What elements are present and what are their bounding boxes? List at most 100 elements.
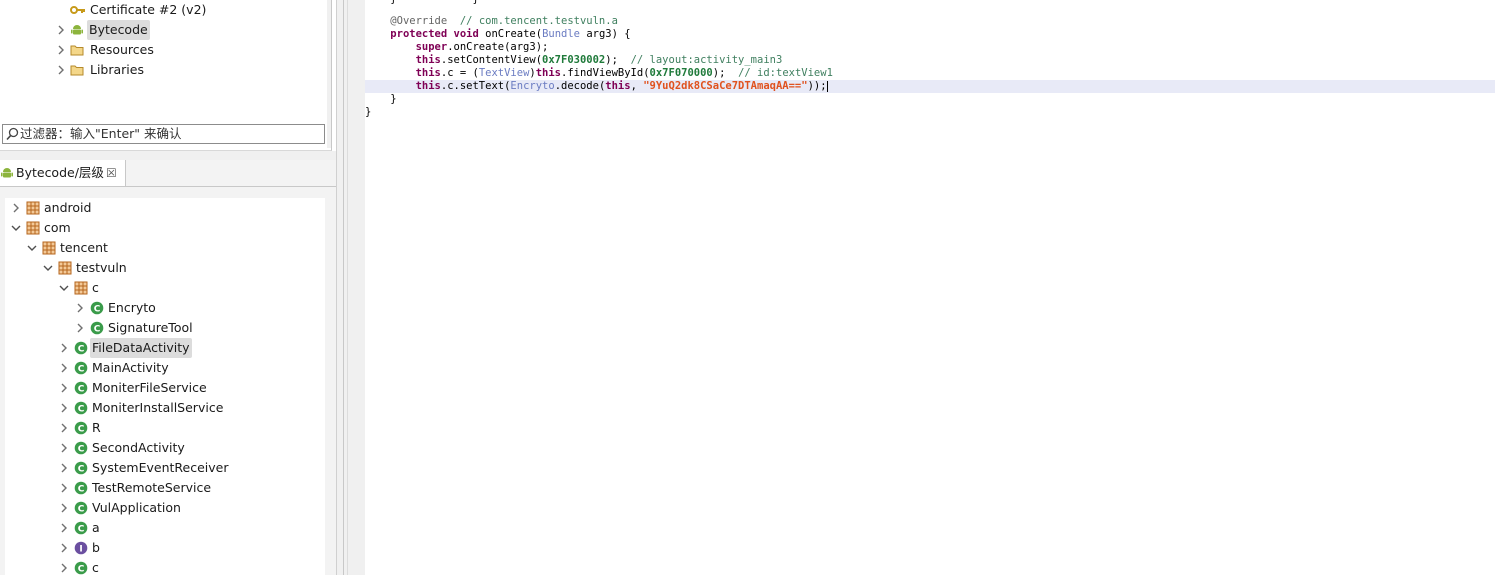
code-line: } [365, 106, 1495, 119]
tree-node-label: VulApplication [92, 500, 181, 515]
tree-node[interactable]: C SecondActivity [5, 438, 325, 458]
package-icon [26, 221, 40, 235]
svg-text:C: C [78, 384, 85, 394]
close-icon[interactable]: ☒ [106, 160, 117, 186]
tree-node[interactable]: C MoniterFileService [5, 378, 325, 398]
tree-node-label: MoniterInstallService [92, 400, 224, 415]
keyword: protected [390, 28, 448, 40]
chevron-right-icon[interactable] [55, 40, 67, 60]
keyword: this [415, 67, 441, 79]
tree-node[interactable]: com [5, 218, 325, 238]
tree-node-label: android [44, 200, 92, 215]
tree-node[interactable]: Ca [5, 518, 325, 538]
svg-text:C: C [94, 324, 101, 334]
chevron-right-icon[interactable] [58, 438, 70, 458]
chevron-right-icon[interactable] [58, 398, 70, 418]
tree-node-label: c [92, 560, 99, 575]
code-text: )); [807, 80, 827, 92]
code-line: this.c = (TextView)this.findViewById(0x7… [365, 67, 1495, 80]
svg-text:C: C [78, 524, 85, 534]
svg-text:I: I [79, 544, 82, 554]
chevron-right-icon[interactable] [58, 498, 70, 518]
tree-item-certificate[interactable]: Certificate #2 (v2) [0, 0, 327, 20]
chevron-right-icon[interactable] [58, 338, 70, 358]
annotation: @Override [390, 15, 448, 27]
tree-item-libraries[interactable]: Libraries [0, 60, 327, 80]
chevron-right-icon[interactable] [58, 378, 70, 398]
svg-text:C: C [78, 464, 85, 474]
tree-node[interactable]: android [5, 198, 325, 218]
tree-item-label: Resources [90, 42, 154, 57]
tree-node-label: TestRemoteService [92, 480, 212, 495]
hex-literal: 0x7F030002 [542, 54, 606, 66]
chevron-down-icon[interactable] [58, 278, 70, 298]
chevron-right-icon[interactable] [10, 198, 22, 218]
project-explorer-pane: Certificate #2 (v2) Bytecode Resources L… [0, 0, 332, 151]
tree-item-label: Libraries [90, 62, 144, 77]
type-name: Bundle [542, 28, 580, 40]
tree-node[interactable]: C TestRemoteService [5, 478, 325, 498]
hex-literal: 0x7F070000 [649, 67, 713, 79]
tree-node[interactable]: C MoniterInstallService [5, 398, 325, 418]
class-icon: C [74, 561, 88, 575]
tab-label: Bytecode/层级 [16, 165, 104, 180]
type-name: TextView [478, 67, 530, 79]
code-line: } [365, 93, 1495, 106]
string-literal: "9YuQ2dk8CSaCe7DTAmaqAA==" [643, 80, 808, 92]
code-editor[interactable]: } } @Override // com.tencent.testvuln.a … [365, 0, 1495, 575]
code-line: this.setContentView(0x7F030002); // layo… [365, 54, 1495, 67]
chevron-right-icon[interactable] [55, 60, 67, 80]
chevron-right-icon[interactable] [58, 558, 70, 575]
code-text: } [390, 93, 397, 105]
tree-node[interactable]: C SignatureTool [5, 318, 325, 338]
text-caret [826, 80, 828, 92]
tree-node[interactable]: tencent [5, 238, 325, 258]
keyword: this [415, 80, 441, 92]
hierarchy-pane: android com tencent testvuln c C Encryto C Signa… [0, 187, 336, 575]
tree-node[interactable]: Cc [5, 558, 325, 575]
android-icon [70, 23, 84, 37]
tree-node[interactable]: CR [5, 418, 325, 438]
scrollbar[interactable] [327, 0, 331, 148]
chevron-right-icon[interactable] [58, 358, 70, 378]
chevron-right-icon[interactable] [74, 318, 86, 338]
svg-text:C: C [78, 424, 85, 434]
tree-node-label: MoniterFileService [92, 380, 207, 395]
tree-item-resources[interactable]: Resources [0, 40, 327, 60]
tab-bytecode-hierarchy[interactable]: Bytecode/层级 ☒ [0, 160, 126, 186]
chevron-right-icon[interactable] [74, 298, 86, 318]
tree-node-label: b [92, 540, 100, 555]
code-text: ); [605, 54, 618, 66]
chevron-right-icon[interactable] [58, 478, 70, 498]
filter-input[interactable]: 过滤器：输入"Enter" 来确认 [2, 124, 325, 144]
tree-node[interactable]: C MainActivity [5, 358, 325, 378]
keyword: void [453, 28, 479, 40]
tree-node[interactable]: Ib [5, 538, 325, 558]
chevron-down-icon[interactable] [42, 258, 54, 278]
tree-node[interactable]: C VulApplication [5, 498, 325, 518]
code-line: protected void onCreate(Bundle arg3) { [365, 28, 1495, 41]
chevron-right-icon[interactable] [58, 538, 70, 558]
class-icon: C [90, 301, 104, 315]
tree-node-label: R [92, 420, 101, 435]
class-icon: C [74, 421, 88, 435]
tree-item-bytecode[interactable]: Bytecode [0, 20, 327, 40]
code-text: , [630, 80, 644, 92]
code-text: .onCreate(arg3); [447, 41, 549, 53]
tree-node[interactable]: C Encryto [5, 298, 325, 318]
chevron-right-icon[interactable] [58, 518, 70, 538]
class-icon: C [74, 481, 88, 495]
chevron-down-icon[interactable] [10, 218, 22, 238]
interface-icon: I [74, 541, 88, 555]
editor-divider[interactable] [336, 0, 366, 575]
tree-node[interactable]: c [5, 278, 325, 298]
chevron-right-icon[interactable] [58, 458, 70, 478]
code-text: .c.setText( [440, 80, 511, 92]
chevron-right-icon[interactable] [55, 20, 67, 40]
code-text: .findViewById( [561, 67, 650, 79]
tree-node[interactable]: C SystemEventReceiver [5, 458, 325, 478]
tree-node[interactable]: testvuln [5, 258, 325, 278]
chevron-right-icon[interactable] [58, 418, 70, 438]
tree-node[interactable]: C FileDataActivity [5, 338, 325, 358]
chevron-down-icon[interactable] [26, 238, 38, 258]
